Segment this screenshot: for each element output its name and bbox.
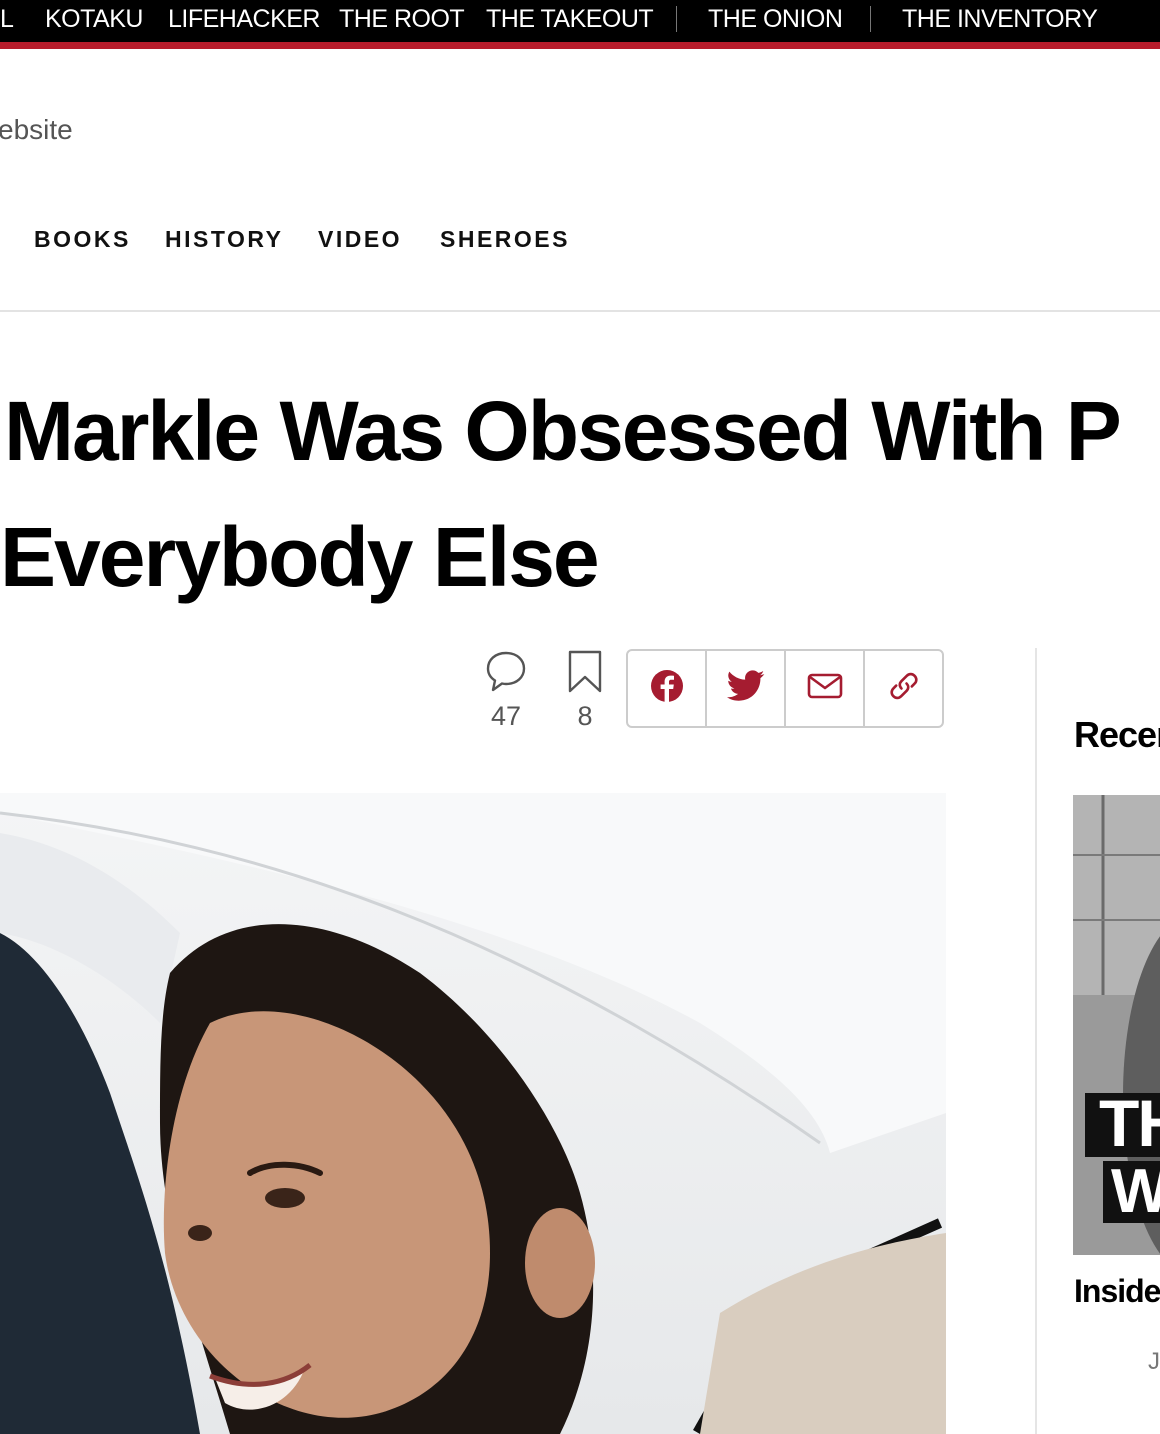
share-toolbar [626, 649, 944, 728]
email-icon [807, 672, 843, 705]
section-nav-sheroes[interactable]: SHEROES [440, 226, 570, 253]
network-link-the-takeout[interactable]: THE TAKEOUT [486, 0, 654, 38]
headline-line-2: Everybody Else [0, 510, 600, 604]
share-facebook-button[interactable] [628, 651, 707, 726]
comments-button[interactable]: 47 [480, 650, 532, 732]
bookmark-button[interactable]: 8 [564, 650, 606, 732]
nav-divider [0, 310, 1160, 312]
network-link-kotaku[interactable]: KOTAKU [45, 0, 143, 38]
twitter-icon [726, 670, 765, 707]
recent-item-title[interactable]: Inside [1074, 1273, 1160, 1310]
share-twitter-button[interactable] [707, 651, 786, 726]
site-search-placeholder[interactable]: ebsite [0, 114, 73, 146]
network-nav-bar: L KOTAKU LIFEHACKER THE ROOT THE TAKEOUT… [0, 0, 1160, 42]
comments-count: 47 [490, 701, 522, 731]
network-nav-accent-stripe [0, 42, 1160, 49]
section-nav-video[interactable]: VIDEO [318, 226, 402, 253]
network-divider [676, 6, 677, 32]
facebook-icon [650, 669, 684, 708]
hero-image [0, 793, 946, 1434]
section-nav-books[interactable]: BOOKS [34, 226, 131, 253]
network-link-the-inventory[interactable]: THE INVENTORY [902, 0, 1098, 38]
section-nav-history[interactable]: HISTORY [165, 226, 283, 253]
recent-thumbnail-text-1: TH [1099, 1086, 1160, 1160]
recent-section-title: Recer [1074, 714, 1160, 755]
recent-thumbnail-text-2: W [1111, 1157, 1160, 1226]
copy-link-button[interactable] [865, 651, 942, 726]
share-email-button[interactable] [786, 651, 865, 726]
network-link-lifehacker[interactable]: LIFEHACKER [168, 0, 320, 38]
network-link-the-onion[interactable]: THE ONION [708, 0, 843, 38]
recent-item-meta: J [1148, 1348, 1160, 1375]
column-divider [1035, 648, 1037, 1434]
network-link-the-root[interactable]: THE ROOT [339, 0, 465, 38]
link-icon [887, 669, 921, 708]
bookmarks-count: 8 [577, 701, 593, 731]
hero-photo [0, 793, 946, 1434]
recent-item-thumbnail[interactable]: TH W [1073, 795, 1160, 1255]
network-link-partial[interactable]: L [0, 0, 14, 38]
network-divider [870, 6, 871, 32]
comment-icon [485, 651, 527, 698]
bookmark-icon [567, 650, 603, 698]
headline-line-1: Markle Was Obsessed With P [4, 384, 1122, 478]
